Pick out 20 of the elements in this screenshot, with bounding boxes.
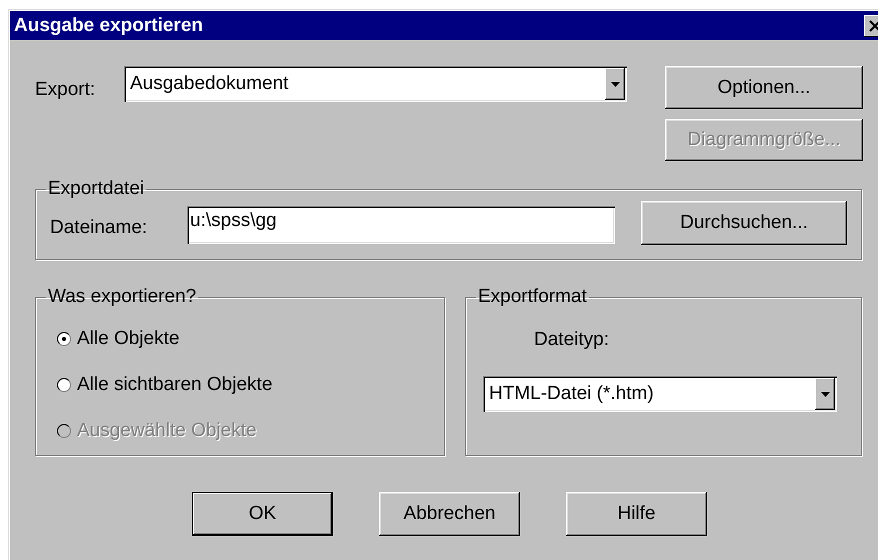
field-label: Dateiname: bbox=[50, 216, 148, 239]
window-title: Ausgabe exportieren bbox=[14, 14, 203, 36]
radio-label: Alle Objekte bbox=[77, 328, 180, 350]
field-label: Export: bbox=[35, 78, 96, 102]
side-button[interactable]: Optionen... bbox=[665, 66, 863, 109]
radio-label: Alle sichtbaren Objekte bbox=[77, 374, 272, 396]
browse-button[interactable]: Durchsuchen... bbox=[641, 201, 847, 245]
group-title: Exportformat bbox=[477, 287, 588, 307]
field-label: Dateityp: bbox=[534, 329, 610, 351]
dialog-button[interactable]: OK bbox=[192, 492, 333, 536]
group-title: Was exportieren? bbox=[47, 287, 198, 307]
file-type-dropdown[interactable]: HTML-Datei (*.htm) bbox=[483, 376, 837, 412]
dialog-button[interactable]: Abbrechen bbox=[379, 492, 520, 536]
export-dropdown[interactable]: Ausgabedokument bbox=[124, 66, 627, 102]
dialog-button[interactable]: Hilfe bbox=[566, 492, 707, 536]
group-title: Exportdatei bbox=[47, 179, 146, 199]
radio-button[interactable] bbox=[57, 378, 71, 392]
input-field[interactable]: u:\spss\gg bbox=[187, 206, 615, 244]
radio-button[interactable] bbox=[57, 332, 71, 346]
radio-label: Ausgewählte Objekte bbox=[77, 420, 257, 442]
